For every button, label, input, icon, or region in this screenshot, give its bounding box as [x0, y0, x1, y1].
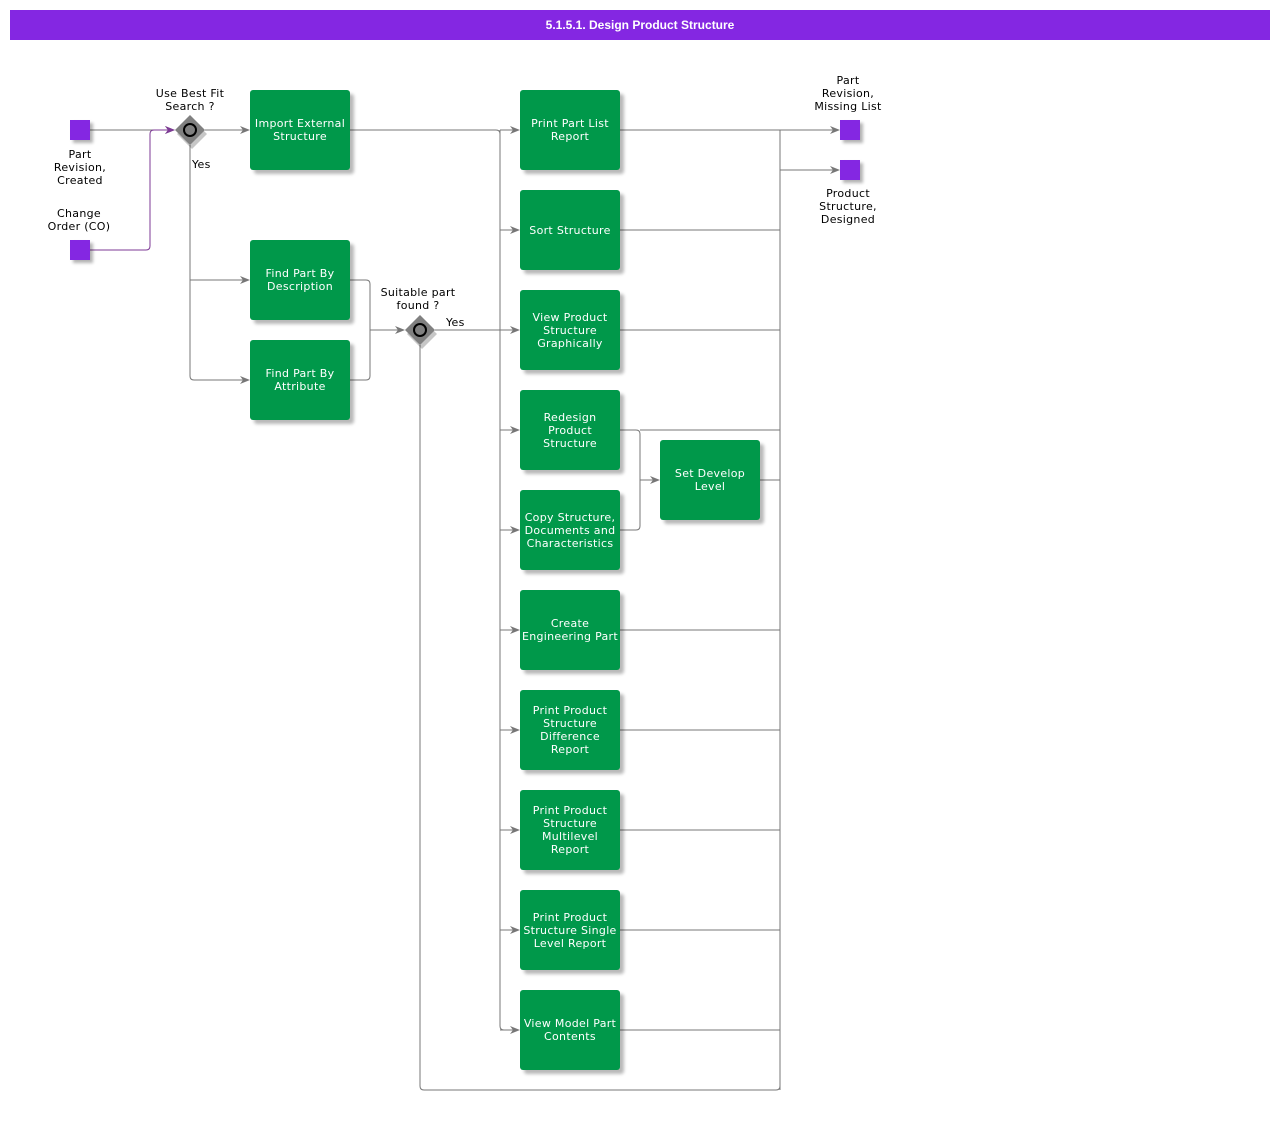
left-bus: [499, 130, 505, 1031]
task-view-model-part-contents[interactable]: View Model Part Contents: [520, 990, 620, 1070]
start-event-change-order[interactable]: [70, 240, 90, 260]
task-create-engineering-part[interactable]: Create Engineering Part: [520, 590, 620, 670]
task-copy-structure-documents[interactable]: Copy Structure, Documents and Characteri…: [520, 490, 620, 570]
flow-copy-to-develop: [620, 480, 641, 531]
end-event-product-structure-designed[interactable]: [840, 160, 860, 180]
start-event-change-order-label: Change Order (CO): [47, 207, 111, 233]
end-event-part-revision-missing-list[interactable]: [840, 120, 860, 140]
gateway-diamond-icon: [175, 115, 207, 149]
gateway-best-fit-yes-label: Yes: [192, 158, 211, 171]
start-event-part-revision-created-label: Part Revision, Created: [53, 148, 107, 187]
task-sort-structure[interactable]: Sort Structure: [520, 190, 620, 270]
gateway-best-fit[interactable]: [175, 115, 207, 149]
task-print-multilevel-report[interactable]: Print Product Structure Multilevel Repor…: [520, 790, 620, 870]
task-view-product-structure-graphically[interactable]: View Product Structure Graphically: [520, 290, 620, 370]
task-find-part-by-attribute[interactable]: Find Part By Attribute: [250, 340, 350, 420]
gateway-suitable-part[interactable]: [405, 315, 437, 349]
task-redesign-product-structure[interactable]: Redesign Product Structure: [520, 390, 620, 470]
end-event-missing-list-label: Part Revision, Missing List: [814, 74, 882, 113]
task-print-part-list-report[interactable]: Print Part List Report: [520, 90, 620, 170]
task-set-develop-level[interactable]: Set Develop Level: [660, 440, 760, 520]
gateway-suitable-part-label: Suitable part found ?: [380, 286, 456, 312]
flow-attribute-to-gateway2: [350, 330, 371, 381]
task-print-difference-report[interactable]: Print Product Structure Difference Repor…: [520, 690, 620, 770]
gateway-suitable-part-yes-label: Yes: [446, 316, 465, 329]
flow-gateway-yes-branch: [189, 145, 250, 384]
flow-import-to-bus: [350, 129, 501, 135]
end-event-product-structure-designed-label: Product Structure, Designed: [819, 187, 877, 226]
task-find-part-by-description[interactable]: Find Part By Description: [250, 240, 350, 320]
gateway-diamond-icon: [405, 315, 437, 349]
start-event-part-revision-created[interactable]: [70, 120, 90, 140]
task-import-external-structure[interactable]: Import External Structure: [250, 90, 350, 170]
gateway-best-fit-label: Use Best Fit Search ?: [155, 87, 225, 113]
flow-redesign-to-develop: [620, 429, 660, 484]
task-print-single-level-report[interactable]: Print Product Structure Single Level Rep…: [520, 890, 620, 970]
